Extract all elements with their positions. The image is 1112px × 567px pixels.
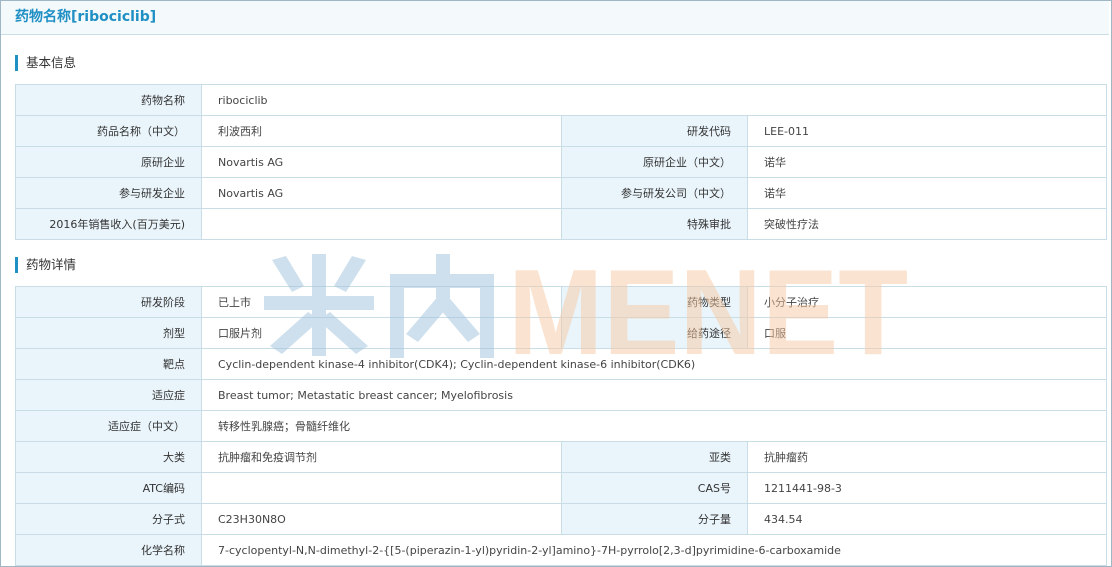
- field-label: 研发阶段: [15, 286, 202, 318]
- page-title: 药物名称[ribociclib]: [1, 1, 1109, 35]
- field-value-target: Cyclin-dependent kinase-4 inhibitor(CDK4…: [201, 348, 1107, 380]
- field-label: 药物类型: [561, 286, 748, 318]
- field-label: 原研企业: [15, 146, 202, 178]
- field-value-cas: 1211441-98-3: [747, 472, 1107, 504]
- field-value-atc: [201, 472, 562, 504]
- field-label: 分子式: [15, 503, 202, 535]
- table-row: 大类 抗肿瘤和免疫调节剂 亚类 抗肿瘤药: [15, 441, 1107, 473]
- field-label: 适应症（中文）: [15, 410, 202, 442]
- drug-details-table: 研发阶段 已上市 药物类型 小分子治疗 剂型 口服片剂 给药途径 口服 靶点 C…: [15, 286, 1107, 566]
- field-value-partner: Novartis AG: [201, 177, 562, 209]
- field-label: 分子量: [561, 503, 748, 535]
- basic-info-table: 药物名称 ribociclib 药品名称（中文） 利波西利 研发代码 LEE-0…: [15, 84, 1108, 240]
- field-value-drug-name: ribociclib: [200, 84, 1108, 116]
- table-row: 参与研发企业 Novartis AG 参与研发公司（中文） 诺华: [15, 177, 1108, 209]
- section-title-basic-info: 基本信息: [15, 55, 76, 71]
- table-row: ATC编码 CAS号 1211441-98-3: [15, 472, 1107, 504]
- field-value-molecular-weight: 434.54: [747, 503, 1107, 535]
- table-row: 剂型 口服片剂 给药途径 口服: [15, 317, 1107, 349]
- field-value-drug-name-cn: 利波西利: [201, 115, 562, 147]
- field-value-formula: C23H30N8O: [201, 503, 562, 535]
- field-label: 研发代码: [561, 115, 748, 147]
- section-title-drug-details: 药物详情: [15, 257, 76, 273]
- field-value-dosage-form: 口服片剂: [201, 317, 562, 349]
- table-row: 药品名称（中文） 利波西利 研发代码 LEE-011: [15, 115, 1108, 147]
- field-value-class: 抗肿瘤和免疫调节剂: [201, 441, 562, 473]
- field-value-drug-type: 小分子治疗: [747, 286, 1107, 318]
- field-label: 靶点: [15, 348, 202, 380]
- field-label: CAS号: [561, 472, 748, 504]
- table-row: 分子式 C23H30N8O 分子量 434.54: [15, 503, 1107, 535]
- field-value-indication: Breast tumor; Metastatic breast cancer; …: [201, 379, 1107, 411]
- field-value-sales: [201, 208, 562, 240]
- field-label: ATC编码: [15, 472, 202, 504]
- field-value-stage: 已上市: [201, 286, 562, 318]
- field-label: 药物名称: [15, 84, 202, 116]
- field-value-chemical-name: 7-cyclopentyl-N,N-dimethyl-2-{[5-(pipera…: [201, 534, 1107, 566]
- field-value-originator-cn: 诺华: [746, 146, 1108, 178]
- field-label: 适应症: [15, 379, 202, 411]
- table-row: 药物名称 ribociclib: [15, 84, 1108, 116]
- field-label: 剂型: [15, 317, 202, 349]
- field-label: 原研企业（中文）: [561, 146, 748, 178]
- field-value-code: LEE-011: [746, 115, 1108, 147]
- field-value-route: 口服: [747, 317, 1107, 349]
- field-value-partner-cn: 诺华: [746, 177, 1108, 209]
- field-label: 特殊审批: [561, 208, 748, 240]
- field-label: 大类: [15, 441, 202, 473]
- table-row: 适应症 Breast tumor; Metastatic breast canc…: [15, 379, 1107, 411]
- field-label: 药品名称（中文）: [15, 115, 202, 147]
- table-row: 化学名称 7-cyclopentyl-N,N-dimethyl-2-{[5-(p…: [15, 534, 1107, 566]
- table-row: 适应症（中文） 转移性乳腺癌；骨髓纤维化: [15, 410, 1107, 442]
- table-row: 研发阶段 已上市 药物类型 小分子治疗: [15, 286, 1107, 318]
- table-row: 2016年销售收入(百万美元) 特殊审批 突破性疗法: [15, 208, 1108, 240]
- field-label: 2016年销售收入(百万美元): [15, 208, 202, 240]
- field-label: 亚类: [561, 441, 748, 473]
- field-value-originator: Novartis AG: [201, 146, 562, 178]
- field-value-subclass: 抗肿瘤药: [747, 441, 1107, 473]
- table-row: 靶点 Cyclin-dependent kinase-4 inhibitor(C…: [15, 348, 1107, 380]
- table-row: 原研企业 Novartis AG 原研企业（中文） 诺华: [15, 146, 1108, 178]
- field-value-indication-cn: 转移性乳腺癌；骨髓纤维化: [201, 410, 1107, 442]
- field-label: 参与研发企业: [15, 177, 202, 209]
- field-label: 给药途径: [561, 317, 748, 349]
- field-label: 化学名称: [15, 534, 202, 566]
- field-label: 参与研发公司（中文）: [561, 177, 748, 209]
- field-value-special-approval: 突破性疗法: [746, 208, 1108, 240]
